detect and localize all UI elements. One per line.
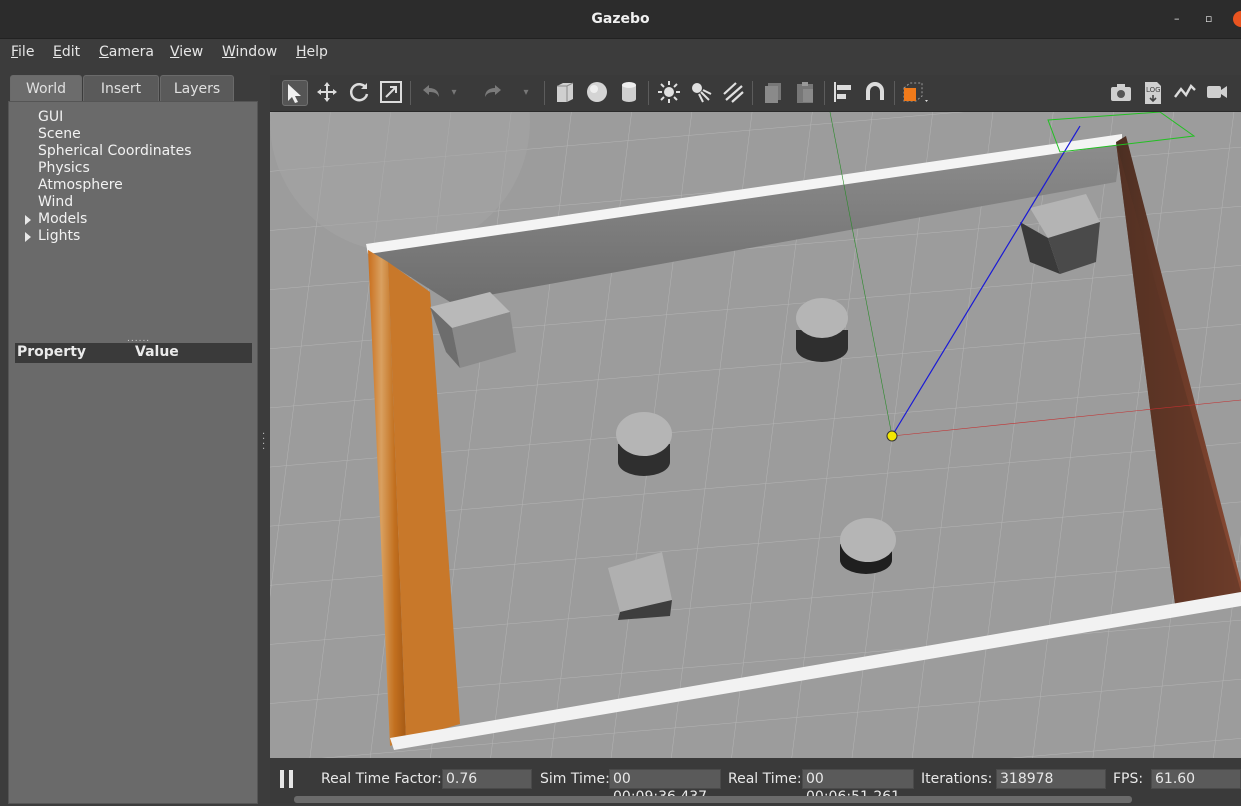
minimize-icon[interactable]: – [1174, 12, 1180, 25]
status-bar: Real Time Factor: 0.76 Sim Time: 00 00:0… [270, 758, 1241, 805]
cylinder-model[interactable] [796, 298, 848, 362]
menu-window[interactable]: Window [222, 44, 277, 60]
fps-value: 61.60 [1151, 769, 1241, 789]
point-light-icon[interactable] [656, 80, 682, 106]
directional-light-icon[interactable] [720, 80, 746, 106]
scale-icon[interactable] [378, 80, 404, 106]
tree-item-models[interactable]: Models [25, 211, 87, 228]
real-time-factor-label: Real Time Factor: [321, 771, 442, 787]
redo-icon[interactable] [480, 80, 506, 106]
expand-arrow-icon[interactable] [25, 215, 31, 225]
menu-bar: File Edit Camera View Window Help [0, 39, 1241, 66]
toolbar-separator [410, 81, 411, 105]
value-column-header: Value [135, 344, 179, 360]
scene-render [270, 112, 1241, 758]
left-panel: World Insert Layers GUI Scene Spherical … [8, 75, 258, 804]
tree-item-lights[interactable]: Lights [25, 228, 80, 245]
menu-file[interactable]: File [11, 44, 34, 60]
tree-item-atmosphere[interactable]: Atmosphere [38, 177, 123, 194]
toolbar-separator [752, 81, 753, 105]
real-time-factor-value: 0.76 [442, 769, 532, 789]
view-angle-icon[interactable] [900, 80, 928, 106]
menu-view[interactable]: View [170, 44, 203, 60]
tab-insert[interactable]: Insert [83, 75, 159, 102]
real-time-label: Real Time: [728, 771, 802, 787]
screenshot-icon[interactable] [1108, 80, 1134, 106]
sim-time-label: Sim Time: [540, 771, 610, 787]
copy-icon[interactable] [760, 80, 786, 106]
origin-marker [886, 430, 898, 442]
fps-label: FPS: [1113, 771, 1144, 787]
box-icon[interactable] [552, 80, 578, 106]
menu-help[interactable]: Help [296, 44, 328, 60]
expand-arrow-icon[interactable] [25, 232, 31, 242]
cylinder-model[interactable] [616, 412, 672, 476]
cylinder-model[interactable] [840, 518, 896, 574]
spot-light-icon[interactable] [688, 80, 714, 106]
tree-item-wind[interactable]: Wind [38, 194, 73, 211]
pause-icon[interactable] [280, 770, 294, 788]
undo-dropdown-icon[interactable]: ▾ [448, 80, 460, 106]
iterations-label: Iterations: [921, 771, 993, 787]
tree-item-scene[interactable]: Scene [38, 126, 81, 143]
title-bar: Gazebo – ▫ [0, 0, 1241, 39]
scene-viewport[interactable] [270, 112, 1241, 758]
tree-item-physics[interactable]: Physics [38, 160, 90, 177]
paste-icon[interactable] [792, 80, 818, 106]
sim-time-value: 00 00:09:36.437 [609, 769, 721, 805]
toolbar-separator [544, 81, 545, 105]
property-table-header: Property Value [15, 343, 252, 363]
iterations-value: 318978 [996, 769, 1106, 789]
tree-item-gui[interactable]: GUI [38, 109, 63, 126]
toolbar: ▾ ▾ LOG [270, 75, 1241, 112]
toolbar-separator [894, 81, 895, 105]
align-icon[interactable] [830, 80, 856, 106]
toolbar-separator [648, 81, 649, 105]
rotate-icon[interactable] [346, 80, 372, 106]
world-panel: GUI Scene Spherical Coordinates Physics … [8, 101, 258, 804]
menu-camera[interactable]: Camera [99, 44, 154, 60]
panel-resize-handle[interactable]: · · · · [262, 430, 265, 455]
restore-icon[interactable]: ▫ [1205, 12, 1212, 25]
video-icon[interactable] [1204, 80, 1230, 106]
sphere-icon[interactable] [584, 80, 610, 106]
real-time-value: 00 00:06:51.261 [802, 769, 914, 805]
property-column-header: Property [17, 344, 87, 360]
menu-edit[interactable]: Edit [53, 44, 80, 60]
tree-item-spherical-coordinates[interactable]: Spherical Coordinates [38, 143, 192, 160]
log-icon[interactable]: LOG [1140, 80, 1166, 106]
horizontal-scrollbar[interactable] [294, 796, 1132, 803]
undo-icon[interactable] [418, 80, 444, 106]
plot-icon[interactable] [1172, 80, 1198, 106]
tab-world[interactable]: World [10, 75, 82, 103]
snap-icon[interactable] [862, 80, 888, 106]
cylinder-icon[interactable] [616, 80, 642, 106]
toolbar-separator [824, 81, 825, 105]
select-arrow-icon[interactable] [282, 80, 308, 106]
translate-icon[interactable] [314, 80, 340, 106]
log-label: LOG [1146, 86, 1161, 94]
tab-layers[interactable]: Layers [160, 75, 234, 102]
window-title: Gazebo [591, 11, 650, 27]
redo-dropdown-icon[interactable]: ▾ [520, 80, 532, 106]
